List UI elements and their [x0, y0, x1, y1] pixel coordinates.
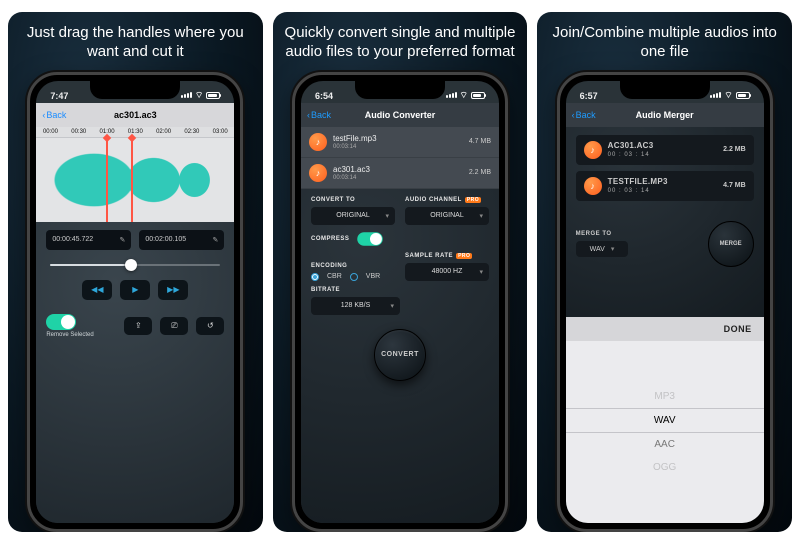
- rewind-button[interactable]: ◀◀: [82, 280, 112, 300]
- pencil-icon: ✎: [119, 236, 125, 244]
- time-ruler: 00:0000:3001:0001:3002:0002:3003:00: [36, 127, 234, 138]
- picker-option[interactable]: AAC: [566, 433, 764, 456]
- pencil-icon: ✎: [212, 236, 218, 244]
- picker-option[interactable]: OGG: [566, 456, 764, 479]
- convert-to-label: CONVERT TO: [311, 197, 395, 203]
- undo-button[interactable]: ↺: [196, 317, 224, 335]
- convert-to-dropdown[interactable]: ORIGINAL: [311, 207, 395, 225]
- start-time-field[interactable]: 00:00:45.722✎: [46, 230, 131, 250]
- picker-option-selected[interactable]: WAV: [566, 408, 764, 433]
- remove-selected-toggle[interactable]: [46, 314, 76, 330]
- convert-button[interactable]: CONVERT: [374, 329, 426, 381]
- nav-bar: ‹ Back Audio Merger: [566, 103, 764, 127]
- caption: Quickly convert single and multiple audi…: [273, 12, 528, 68]
- wifi-icon: ⌔: [460, 90, 468, 101]
- file-row[interactable]: ♪ TESTFILE.MP300 : 03 : 14 4.7 MB: [576, 171, 754, 201]
- back-button[interactable]: ‹ Back: [42, 110, 66, 120]
- forward-button[interactable]: ▶▶: [158, 280, 188, 300]
- play-button[interactable]: ▶: [120, 280, 150, 300]
- caption: Just drag the handles where you want and…: [8, 12, 263, 68]
- share-button[interactable]: ⇪: [124, 317, 152, 335]
- pro-badge: PRO: [456, 253, 472, 259]
- screenshot-merger: Join/Combine multiple audios into one fi…: [537, 12, 792, 532]
- wifi-icon: ⌔: [724, 90, 732, 101]
- screen: 6:54 ⌔ ‹ Back Audio Converter ♪ testFile…: [301, 81, 499, 524]
- audio-channel-label: AUDIO CHANNEL: [405, 197, 462, 203]
- battery-icon: [206, 92, 220, 99]
- playback-slider[interactable]: [50, 264, 220, 266]
- battery-icon: [736, 92, 750, 99]
- encoding-vbr-radio[interactable]: [350, 273, 358, 281]
- nav-bar: ‹ Back ac301.ac3: [36, 103, 234, 127]
- battery-icon: [471, 92, 485, 99]
- file-row[interactable]: ♪ AC301.AC300 : 03 : 14 2.2 MB: [576, 135, 754, 165]
- file-row[interactable]: ♪ ac301.ac300:03:14 2.2 MB: [301, 158, 499, 189]
- bitrate-dropdown[interactable]: 128 KB/S: [311, 297, 400, 315]
- nav-bar: ‹ Back Audio Converter: [301, 103, 499, 127]
- back-button[interactable]: ‹ Back: [307, 110, 331, 120]
- waveform[interactable]: [36, 138, 234, 222]
- screen: 7:47 ⌔ ‹ Back ac301.ac3 00:0000:3001:000…: [36, 81, 234, 524]
- pro-badge: PRO: [465, 197, 481, 203]
- phone-frame: 6:57 ⌔ ‹ Back Audio Merger ♪ AC301.AC300…: [557, 72, 773, 533]
- compress-label: COMPRESS: [311, 236, 349, 242]
- merge-to-dropdown[interactable]: WAV: [576, 241, 629, 257]
- remove-selected-label: Remove Selected: [46, 332, 93, 338]
- phone-frame: 7:47 ⌔ ‹ Back ac301.ac3 00:0000:3001:000…: [27, 72, 243, 533]
- audio-channel-dropdown[interactable]: ORIGINAL: [405, 207, 489, 225]
- signal-icon: [710, 92, 721, 98]
- file-list: ♪ testFile.mp300:03:14 4.7 MB ♪ ac301.ac…: [301, 127, 499, 189]
- end-time-field[interactable]: 00:02:00.105✎: [139, 230, 224, 250]
- clock: 6:54: [315, 91, 333, 101]
- music-icon: ♪: [309, 133, 327, 151]
- wifi-icon: ⌔: [195, 90, 203, 101]
- format-picker[interactable]: MP3 WAV AAC OGG: [566, 341, 764, 523]
- signal-icon: [181, 92, 192, 98]
- trim-handle-end[interactable]: [131, 138, 133, 222]
- merge-button[interactable]: MERGE: [708, 221, 754, 267]
- encoding-label: ENCODING: [311, 263, 395, 269]
- sample-rate-dropdown[interactable]: 48000 HZ: [405, 263, 489, 281]
- screenshot-cutter: Just drag the handles where you want and…: [8, 12, 263, 532]
- music-icon: ♪: [309, 164, 327, 182]
- save-button[interactable]: ⎚: [160, 317, 188, 335]
- caption: Join/Combine multiple audios into one fi…: [537, 12, 792, 68]
- picker-option[interactable]: MP3: [566, 385, 764, 408]
- screen: 6:57 ⌔ ‹ Back Audio Merger ♪ AC301.AC300…: [566, 81, 764, 524]
- encoding-cbr-radio[interactable]: [311, 273, 319, 281]
- screenshot-converter: Quickly convert single and multiple audi…: [273, 12, 528, 532]
- clock: 6:57: [580, 91, 598, 101]
- phone-frame: 6:54 ⌔ ‹ Back Audio Converter ♪ testFile…: [292, 72, 508, 533]
- compress-toggle[interactable]: [358, 232, 384, 246]
- done-button[interactable]: DONE: [566, 317, 764, 341]
- clock: 7:47: [50, 91, 68, 101]
- bitrate-label: BITRATE: [311, 287, 400, 293]
- signal-icon: [446, 92, 457, 98]
- trim-handle-start[interactable]: [106, 138, 108, 222]
- music-icon: ♪: [584, 177, 602, 195]
- sample-rate-label: SAMPLE RATE: [405, 253, 453, 259]
- back-button[interactable]: ‹ Back: [572, 110, 596, 120]
- merge-to-label: MERGE TO: [576, 231, 629, 237]
- file-row[interactable]: ♪ testFile.mp300:03:14 4.7 MB: [301, 127, 499, 158]
- music-icon: ♪: [584, 141, 602, 159]
